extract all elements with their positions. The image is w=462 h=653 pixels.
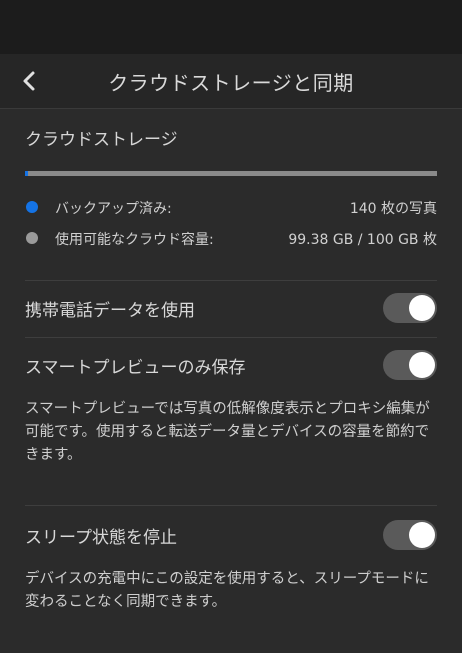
status-bar: [0, 0, 462, 54]
legend-available-space: 使用可能なクラウド容量: 99.38 GB / 100 GB 枚: [25, 227, 437, 249]
divider: [25, 337, 437, 338]
setting-smart-preview-only: スマートプレビューのみ保存: [25, 350, 437, 380]
divider: [25, 505, 437, 506]
back-button[interactable]: [14, 66, 44, 96]
toggle-knob: [409, 295, 435, 321]
navigation-bar: クラウドストレージと同期: [0, 54, 462, 109]
backed-up-label: バックアップ済み:: [55, 201, 172, 217]
chevron-left-icon: [23, 71, 35, 91]
smart-preview-only-toggle[interactable]: [383, 350, 437, 380]
available-space-value: 99.38 GB / 100 GB 枚: [288, 232, 437, 248]
smart-preview-description: スマートプレビューでは写真の低解像度表示とプロキシ編集が可能です。使用すると転送…: [25, 401, 430, 463]
cloud-storage-title: クラウドストレージ: [25, 130, 178, 150]
toggle-knob: [409, 522, 435, 548]
legend-backed-up: バックアップ済み: 140 枚の写真: [25, 196, 437, 218]
backed-up-dot-icon: [26, 201, 38, 213]
use-mobile-data-toggle[interactable]: [383, 293, 437, 323]
available-space-label: 使用可能なクラウド容量:: [55, 232, 214, 248]
prevent-sleep-description: デバイスの充電中にこの設定を使用すると、スリープモードに変わることなく同期できま…: [25, 571, 429, 610]
prevent-sleep-toggle[interactable]: [383, 520, 437, 550]
use-mobile-data-label: 携帯電話データを使用: [25, 301, 195, 321]
setting-prevent-sleep: スリープ状態を停止: [25, 520, 437, 550]
smart-preview-only-label: スマートプレビューのみ保存: [25, 358, 246, 378]
storage-usage-fill: [25, 171, 28, 176]
storage-usage-bar: [25, 171, 437, 176]
page-title: クラウドストレージと同期: [108, 70, 354, 95]
toggle-knob: [409, 352, 435, 378]
backed-up-value: 140 枚の写真: [349, 201, 437, 217]
available-space-dot-icon: [26, 232, 38, 244]
divider: [25, 280, 437, 281]
setting-use-mobile-data: 携帯電話データを使用: [25, 293, 437, 323]
prevent-sleep-label: スリープ状態を停止: [25, 528, 177, 548]
